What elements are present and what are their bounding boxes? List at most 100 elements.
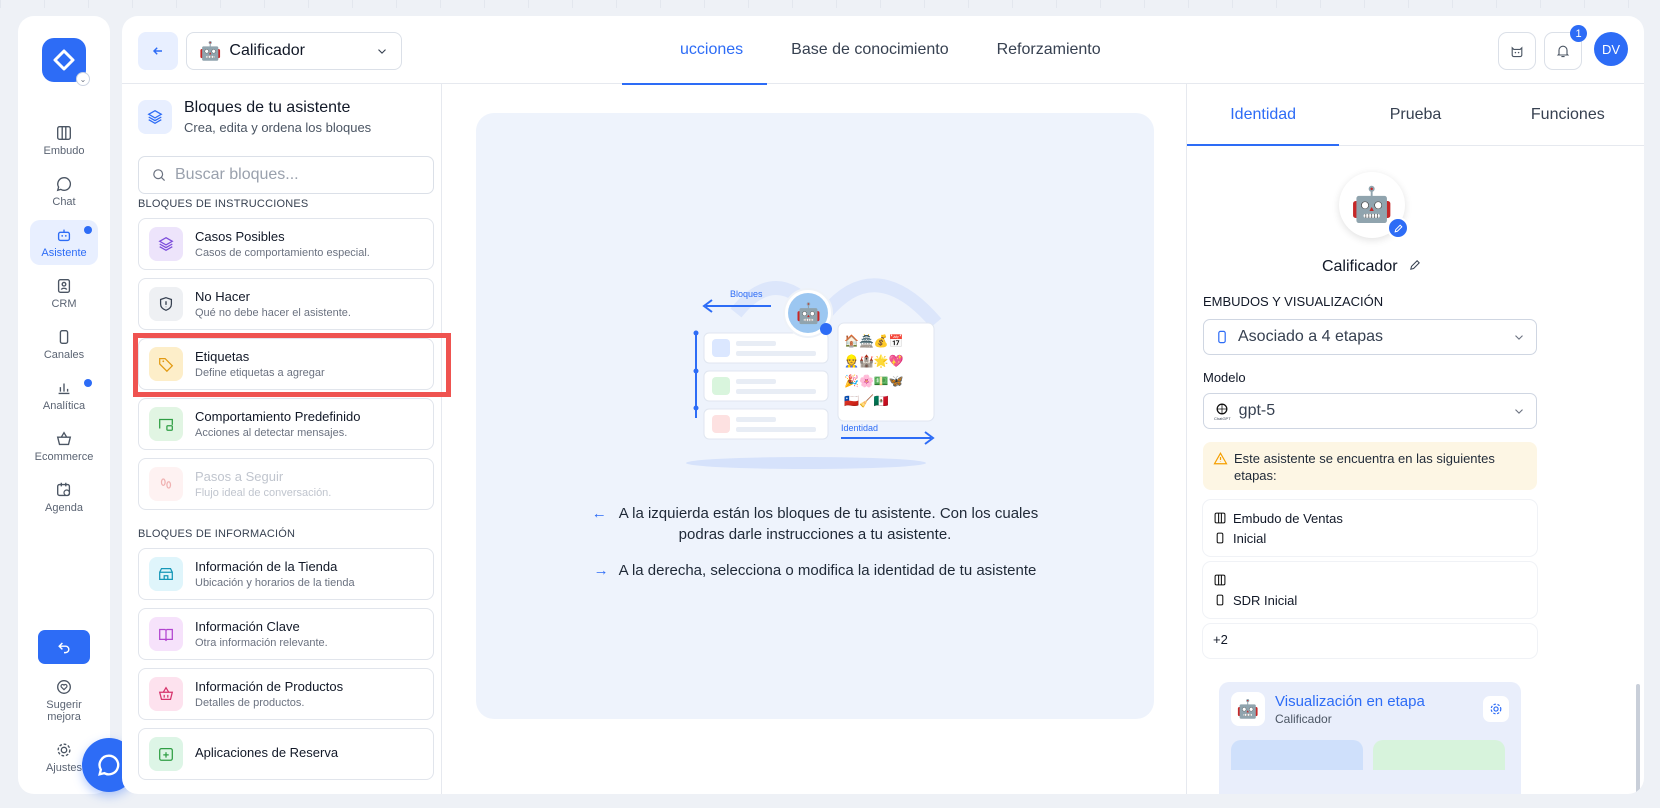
nav-item-crm[interactable]: CRM: [30, 271, 98, 316]
nav-label: Chat: [52, 196, 76, 208]
nav-label: CRM: [51, 298, 77, 310]
tab-identidad[interactable]: Identidad: [1187, 84, 1340, 146]
bot-face-button[interactable]: [1498, 32, 1536, 70]
user-avatar[interactable]: DV: [1594, 32, 1628, 66]
nav-label: Canales: [43, 349, 85, 361]
block-comportamiento-predefinido[interactable]: Comportamiento Predefinido Acciones al de…: [138, 398, 434, 450]
robot-icon: 🤖: [1231, 692, 1265, 726]
hint-left-line-2: podras darle instrucciones a tu asistent…: [678, 526, 952, 543]
columns-icon: [1214, 574, 1226, 586]
nav-item-analitica[interactable]: Analítica: [30, 373, 98, 418]
block-etiquetas[interactable]: Etiquetas Define etiquetas a agregar: [133, 333, 451, 397]
tab-funciones[interactable]: Funciones: [1492, 84, 1644, 145]
pencil-icon[interactable]: [1408, 258, 1422, 272]
search-input[interactable]: [175, 166, 415, 184]
footprints-icon: [149, 467, 183, 501]
chatgpt-caption: ChatGPT: [1214, 416, 1231, 421]
app-logo[interactable]: ⌄: [42, 38, 90, 86]
chevron-down-icon: [378, 49, 386, 54]
model-select[interactable]: ChatGPT gpt-5: [1203, 393, 1537, 429]
illus-identidad-label: Identidad: [841, 423, 878, 433]
block-informacion-tienda[interactable]: Información de la Tienda Ubicación y hora…: [138, 548, 434, 600]
model-value: gpt-5: [1238, 402, 1276, 419]
svg-text:🇨🇱🧹🇲🇽: 🇨🇱🧹🇲🇽: [844, 394, 889, 408]
stage-card: SDR Inicial: [1203, 562, 1537, 618]
svg-text:👷🏰🌟💖: 👷🏰🌟💖: [844, 354, 904, 368]
block-informacion-clave[interactable]: Información Clave Otra información releva…: [138, 608, 434, 660]
search-icon: [153, 169, 166, 182]
arrow-right-icon: →: [593, 562, 609, 579]
chatgpt-icon: ChatGPT: [1214, 401, 1231, 421]
top-bar: 🤖 Calificador ucciones Base de conocimie…: [122, 16, 1644, 85]
block-subtitle: Qué no debe hacer el asistente.: [195, 307, 351, 319]
nav-item-embudo[interactable]: Embudo: [30, 118, 98, 163]
model-label: Modelo: [1203, 370, 1246, 385]
blocks-panel: Bloques de tu asistente Crea, edita y or…: [122, 84, 451, 794]
block-aplicaciones-reserva[interactable]: Aplicaciones de Reserva: [138, 728, 434, 780]
notification-count: 1: [1570, 25, 1587, 42]
block-no-hacer[interactable]: No Hacer Qué no debe hacer el asistente.: [138, 278, 434, 330]
nav-item-agenda[interactable]: Agenda: [30, 475, 98, 520]
tab-reforzamiento[interactable]: Reforzamiento: [973, 16, 1125, 84]
visualization-settings-button[interactable]: [1483, 696, 1509, 722]
nav-item-ecommerce[interactable]: Ecommerce: [30, 424, 98, 469]
notification-dot: [84, 226, 92, 234]
arrow-left-icon: [152, 47, 162, 55]
hint-right-line: A la derecha, selecciona o modifica la i…: [618, 562, 1037, 579]
block-title: Información de la Tienda: [195, 559, 338, 574]
edit-avatar-button[interactable]: [1387, 217, 1409, 239]
notification-dot: [84, 379, 92, 387]
block-pasos-a-seguir[interactable]: Pasos a Seguir Flujo ideal de conversació…: [138, 458, 434, 510]
nav-label: Ecommerce: [34, 451, 94, 463]
nav-item-suggest[interactable]: Sugerir mejora: [30, 672, 98, 729]
preview-column: [1373, 740, 1505, 770]
chevron-down-icon[interactable]: ⌄: [76, 72, 90, 86]
svg-text:🏠🏯💰📅: 🏠🏯💰📅: [844, 333, 904, 348]
block-title: Información de Productos: [195, 679, 344, 694]
back-button[interactable]: [138, 32, 178, 70]
undo-button[interactable]: [38, 630, 90, 664]
stage-card: Embudo de Ventas Inicial: [1203, 500, 1537, 556]
scrollbar[interactable]: [1636, 684, 1640, 794]
svg-text:🎉🌸💵🦋: 🎉🌸💵🦋: [844, 374, 904, 388]
blocks-header: Bloques de tu asistente Crea, edita y or…: [138, 84, 425, 150]
block-title: Información Clave: [195, 619, 300, 634]
block-title: Aplicaciones de Reserva: [195, 745, 339, 760]
undo-icon: [58, 642, 70, 654]
hint-left: ← A la izquierda están los bloques de tu …: [476, 503, 1154, 545]
visualization-title: Visualización en etapa: [1275, 692, 1425, 710]
assistant-select[interactable]: 🤖 Calificador: [186, 32, 402, 70]
block-casos-posibles[interactable]: Casos Posibles Casos de comportamiento es…: [138, 218, 434, 270]
warning-text: Este asistente se encuentra en las sigui…: [1234, 451, 1495, 483]
chat-bubble-icon: [56, 177, 72, 192]
nav-label: Embudo: [43, 145, 85, 157]
stages-warning: Este asistente se encuentra en las sigui…: [1203, 442, 1537, 490]
notifications-button[interactable]: 1: [1544, 25, 1587, 70]
main-tabs: ucciones Base de conocimiento Reforzamie…: [622, 16, 1125, 85]
block-title: Comportamiento Predefinido: [195, 409, 361, 424]
bot-name: Calificador: [1187, 258, 1557, 276]
search-box[interactable]: [138, 156, 434, 194]
phone-icon: [59, 330, 69, 344]
chevron-down-icon: [1515, 335, 1523, 340]
block-title: Casos Posibles: [195, 229, 285, 244]
tab-prueba[interactable]: Prueba: [1339, 84, 1491, 145]
gear-icon: [1490, 703, 1502, 715]
basket-icon: [56, 431, 72, 446]
nav-item-asistente[interactable]: Asistente: [30, 220, 98, 265]
nav-item-canales[interactable]: Canales: [30, 322, 98, 367]
tab-instrucciones[interactable]: ucciones: [622, 16, 768, 85]
bar-chart-icon: [58, 383, 70, 395]
block-subtitle: Detalles de productos.: [195, 697, 305, 709]
identity-panel: Identidad Prueba Funciones 🤖 Calificador…: [1186, 84, 1644, 794]
funnels-value: Asociado a 4 etapas: [1238, 328, 1383, 345]
funnels-select[interactable]: Asociado a 4 etapas: [1203, 319, 1537, 355]
stage-funnel-name: Embudo de Ventas: [1233, 510, 1343, 526]
tab-base-conocimiento[interactable]: Base de conocimiento: [767, 16, 972, 84]
nav-item-chat[interactable]: Chat: [30, 169, 98, 214]
nav-label: Sugerir mejora: [46, 699, 82, 723]
more-stages[interactable]: +2: [1203, 624, 1537, 658]
blocks-title: Bloques de tu asistente: [184, 99, 351, 116]
block-informacion-productos[interactable]: Información de Productos Detalles de prod…: [138, 668, 434, 720]
pencil-icon: [1394, 223, 1403, 232]
